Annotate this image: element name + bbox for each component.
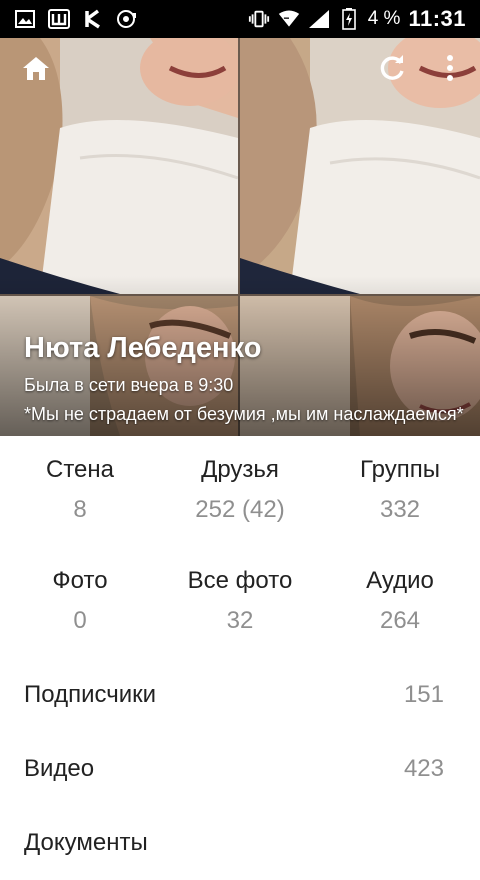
w-app-icon: [48, 9, 70, 29]
battery-percent: 4 %: [367, 8, 401, 29]
counter-photos[interactable]: Фото 0: [0, 547, 160, 658]
counter-all-photos[interactable]: Все фото 32: [160, 547, 320, 658]
home-button[interactable]: [18, 50, 54, 86]
counter-label: Друзья: [201, 456, 279, 483]
counter-label: Группы: [360, 456, 440, 483]
clock: 11:31: [408, 6, 466, 31]
counter-label: Аудио: [366, 567, 434, 594]
counter-value: 332: [379, 496, 421, 523]
counter-groups[interactable]: Группы 332: [320, 436, 480, 547]
list-item-documents[interactable]: Документы: [0, 806, 480, 880]
list-item-label: Документы: [24, 829, 148, 856]
counter-row: Фото 0 Все фото 32 Аудио 264: [0, 547, 480, 658]
counter-value: 8: [73, 496, 87, 523]
sync-disc-icon: [116, 9, 138, 29]
counter-value: 264: [379, 607, 421, 634]
notification-icons: [0, 9, 138, 29]
more-options-button[interactable]: [432, 50, 468, 86]
wifi-icon: [278, 9, 300, 29]
counter-wall[interactable]: Стена 8: [0, 436, 160, 547]
counter-friends[interactable]: Друзья 252 (42): [160, 436, 320, 547]
k-app-icon: [82, 9, 104, 29]
profile-name: Нюта Лебеденко: [24, 332, 262, 364]
counter-value: 252 (42): [195, 496, 285, 523]
list-item-count: 151: [403, 681, 444, 708]
profile-cover[interactable]: Нюта Лебеденко Была в сети вчера в 9:30 …: [0, 38, 480, 436]
more-vert-icon: [447, 55, 453, 81]
signal-icon: [308, 9, 330, 29]
counter-audio[interactable]: Аудио 264: [320, 547, 480, 658]
system-indicators: 4 % 11:31: [248, 6, 480, 32]
profile-sections-list: Подписчики 151 Видео 423 Документы: [0, 658, 480, 880]
counter-row: Стена 8 Друзья 252 (42) Группы 332: [0, 436, 480, 547]
counter-label: Фото: [52, 567, 108, 594]
refresh-button[interactable]: [374, 50, 410, 86]
profile-counters: Стена 8 Друзья 252 (42) Группы 332 Фото …: [0, 436, 480, 658]
list-item-count: 423: [403, 755, 444, 782]
battery-charging-icon: [338, 8, 360, 30]
status-bar: 4 % 11:31: [0, 0, 480, 38]
last-seen: Была в сети вчера в 9:30: [24, 375, 234, 395]
counter-label: Стена: [45, 456, 114, 483]
counter-label: Все фото: [187, 567, 293, 594]
gallery-icon: [14, 9, 36, 29]
list-item-followers[interactable]: Подписчики 151: [0, 658, 480, 732]
profile-status[interactable]: *Мы не страдаем от безумия ,мы им наслаж…: [24, 404, 480, 425]
list-item-label: Видео: [24, 755, 95, 782]
counter-value: 0: [73, 607, 87, 634]
vibrate-icon: [248, 9, 270, 29]
list-item-label: Подписчики: [24, 681, 157, 708]
counter-value: 32: [226, 607, 254, 634]
home-icon: [23, 57, 49, 80]
list-item-videos[interactable]: Видео 423: [0, 732, 480, 806]
refresh-icon: [380, 55, 404, 80]
